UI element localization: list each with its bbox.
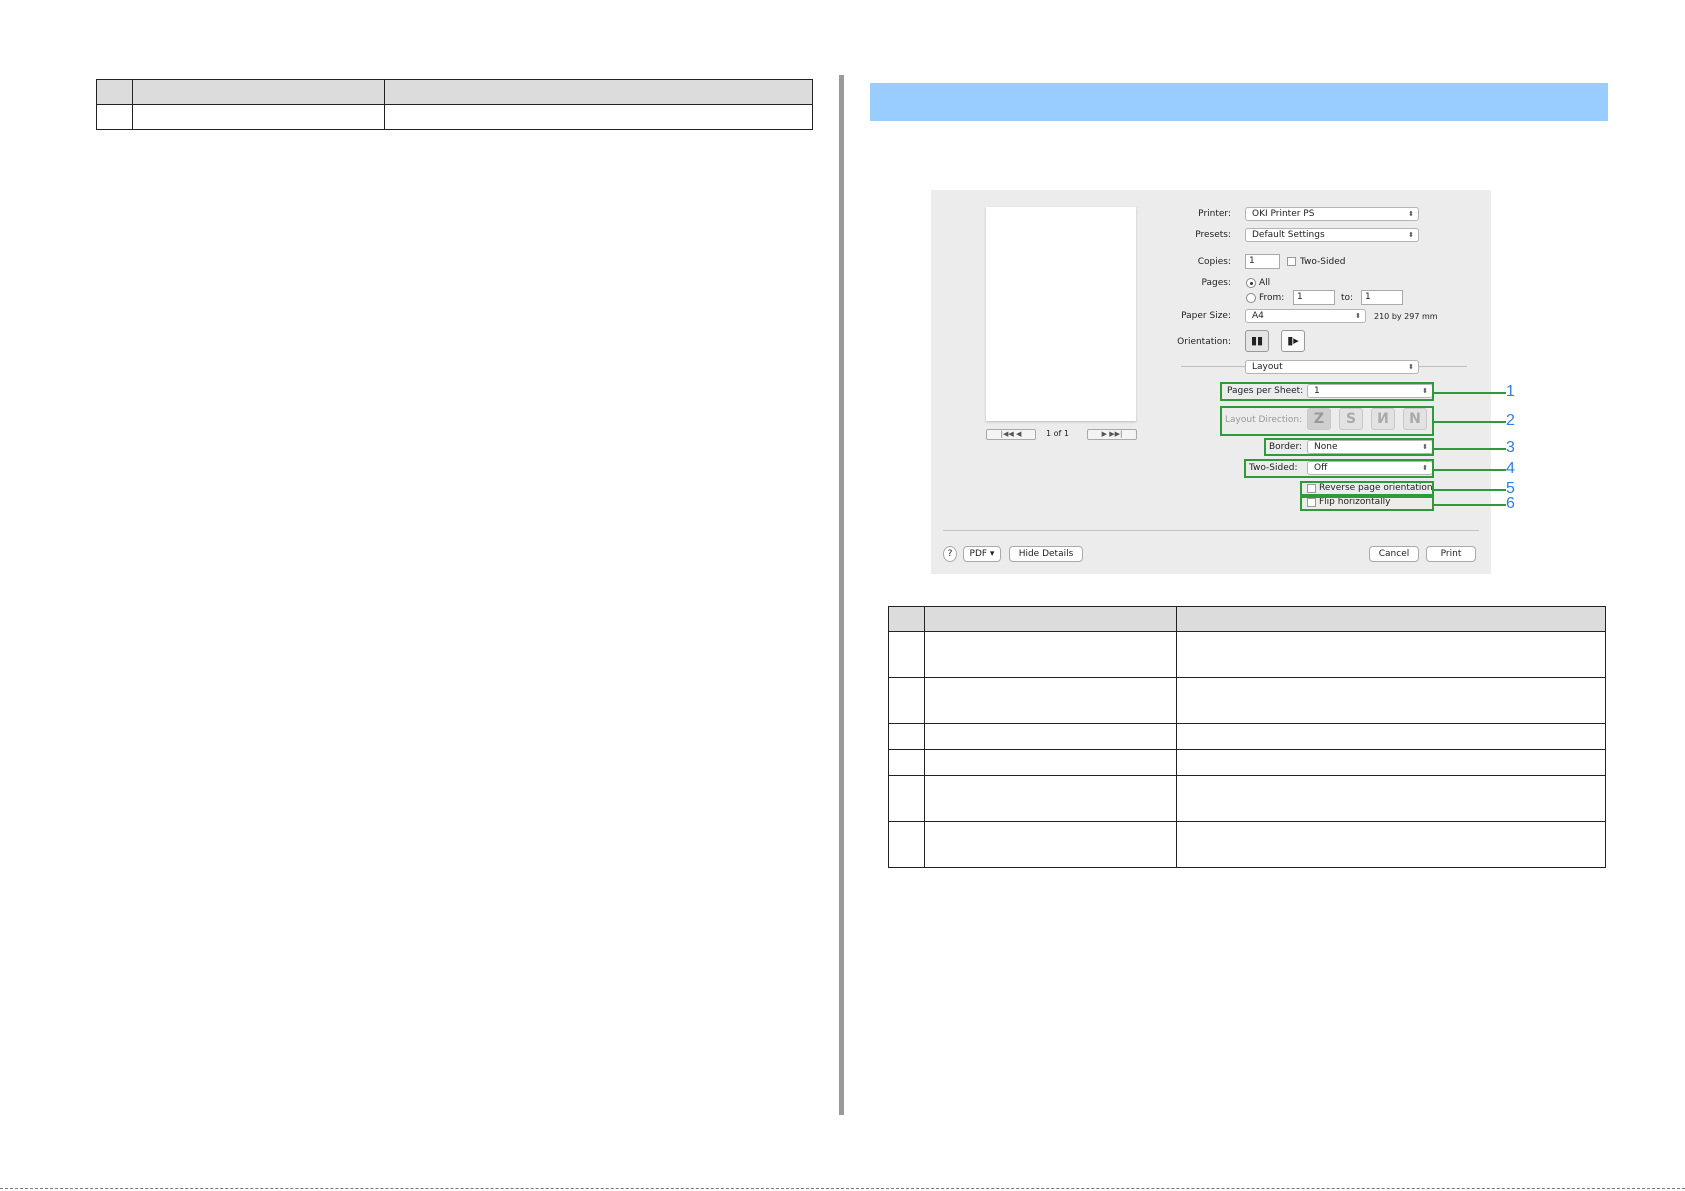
highlight-two-sided: [1244, 459, 1434, 478]
paper-size-value: A4: [1252, 311, 1264, 321]
presets-value: Default Settings: [1252, 230, 1325, 240]
to-field[interactable]: 1: [1361, 290, 1403, 305]
callout-leader-5: [1434, 489, 1506, 491]
table-cell: [888, 631, 925, 678]
paper-size-label: Paper Size:: [1181, 311, 1231, 321]
table-cell: [96, 104, 133, 130]
table-cell: [888, 775, 925, 822]
help-button[interactable]: ?: [943, 546, 957, 562]
callout-number: 6: [1506, 495, 1515, 512]
highlight-border: [1264, 438, 1434, 456]
table-cell: [132, 104, 385, 130]
presets-select[interactable]: Default Settings ⬍: [1245, 228, 1419, 242]
table-row: [888, 631, 1606, 678]
paper-dims: 210 by 297 mm: [1374, 312, 1438, 321]
hide-details-button[interactable]: Hide Details: [1009, 546, 1083, 562]
copies-field[interactable]: 1: [1245, 254, 1280, 269]
to-label: to:: [1341, 293, 1354, 303]
highlight-layout-direction: [1220, 406, 1434, 436]
page-preview: [986, 207, 1136, 421]
callout-leader-3: [1434, 448, 1506, 450]
pdf-button[interactable]: PDF ▾: [963, 546, 1001, 562]
next-page-buttons[interactable]: ▶ ▶▶|: [1087, 429, 1137, 440]
table-row: [888, 775, 1606, 822]
table-header-row: [888, 606, 1606, 632]
prev-page-buttons[interactable]: |◀◀ ◀: [986, 429, 1036, 440]
bottom-separator: [943, 530, 1479, 531]
callout-number: 3: [1506, 439, 1515, 456]
left-table: [96, 79, 813, 130]
pages-from-label: From:: [1259, 293, 1285, 303]
callout-leader-6: [1434, 504, 1506, 506]
table-cell: [384, 104, 813, 130]
section-heading-bar: [870, 83, 1608, 121]
table-cell: [1176, 749, 1606, 776]
highlight-pages-per-sheet: [1220, 382, 1434, 401]
table-cell: [888, 677, 925, 724]
table-cell: [1176, 723, 1606, 750]
callout-leader-2: [1434, 421, 1506, 423]
page-divider: [839, 75, 844, 1115]
table-cell: [888, 749, 925, 776]
updown-icon: ⬍: [1355, 312, 1361, 320]
highlight-flip-horizontally: [1300, 496, 1434, 511]
table-cell: [924, 631, 1177, 678]
printer-label: Printer:: [1198, 209, 1231, 219]
table-row: [888, 723, 1606, 750]
callout-leader-1: [1434, 392, 1506, 394]
callout-leader-4: [1434, 469, 1506, 471]
table-cell: [1176, 677, 1606, 724]
footer-rule: [0, 1188, 1685, 1189]
portrait-button[interactable]: ▮▮: [1245, 330, 1269, 352]
landscape-button[interactable]: ▮▸: [1281, 330, 1305, 352]
pages-all-radio[interactable]: [1246, 278, 1256, 288]
table-cell: [924, 723, 1177, 750]
from-field[interactable]: 1: [1293, 290, 1335, 305]
print-button[interactable]: Print: [1426, 546, 1476, 562]
cancel-button[interactable]: Cancel: [1369, 546, 1419, 562]
table-row: [888, 821, 1606, 868]
table-row: [96, 104, 813, 130]
updown-icon: ⬍: [1408, 210, 1414, 218]
table-header-row: [96, 79, 813, 105]
table-row: [888, 677, 1606, 724]
orientation-label: Orientation:: [1177, 337, 1231, 347]
callout-number: 1: [1506, 383, 1515, 400]
printer-value: OKI Printer PS: [1252, 209, 1315, 219]
table-cell: [924, 821, 1177, 868]
pages-from-radio[interactable]: [1246, 293, 1256, 303]
page-indicator: 1 of 1: [1046, 429, 1069, 438]
table-cell: [924, 775, 1177, 822]
header-cell: [384, 79, 813, 105]
pages-all-label: All: [1259, 278, 1271, 288]
table-cell: [924, 749, 1177, 776]
table-cell: [888, 821, 925, 868]
header-cell: [924, 606, 1177, 632]
section-value: Layout: [1252, 362, 1283, 372]
callout-number: 2: [1506, 412, 1515, 429]
table-cell: [1176, 631, 1606, 678]
updown-icon: ⬍: [1408, 363, 1414, 371]
header-cell: [888, 606, 925, 632]
table-cell: [924, 677, 1177, 724]
highlight-reverse-orientation: [1300, 481, 1434, 496]
two-sided-check-label: Two-Sided: [1300, 257, 1346, 267]
right-table: [888, 606, 1606, 868]
paper-size-select[interactable]: A4 ⬍: [1245, 309, 1366, 323]
two-sided-checkbox[interactable]: [1287, 257, 1296, 266]
table-cell: [1176, 775, 1606, 822]
table-cell: [888, 723, 925, 750]
table-row: [888, 749, 1606, 776]
header-cell: [96, 79, 133, 105]
presets-label: Presets:: [1195, 230, 1231, 240]
table-cell: [1176, 821, 1606, 868]
section-select[interactable]: Layout ⬍: [1245, 360, 1419, 374]
updown-icon: ⬍: [1408, 231, 1414, 239]
header-cell: [132, 79, 385, 105]
printer-select[interactable]: OKI Printer PS ⬍: [1245, 207, 1419, 221]
copies-label: Copies:: [1197, 257, 1231, 267]
pages-label: Pages:: [1201, 278, 1231, 288]
callout-number: 4: [1506, 460, 1515, 477]
header-cell: [1176, 606, 1606, 632]
